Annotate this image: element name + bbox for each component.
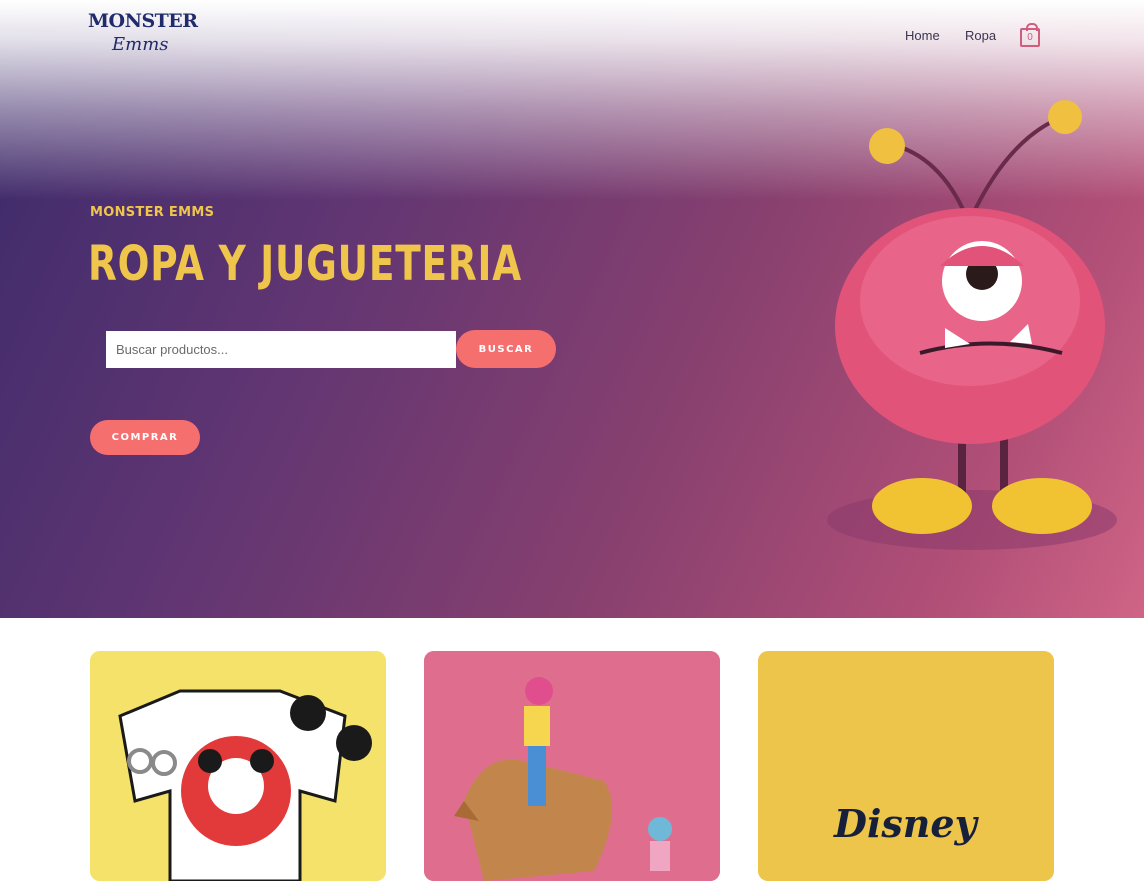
logo-text-bottom: Emms <box>112 34 169 55</box>
nav-home-link[interactable]: Home <box>905 28 940 43</box>
disney-logo: Disney <box>834 801 977 846</box>
site-logo[interactable]: MONSTER Emms <box>88 10 198 62</box>
mickey-outfit-image <box>90 651 386 881</box>
nav-ropa-link[interactable]: Ropa <box>965 28 996 43</box>
card-ropa[interactable] <box>90 651 386 881</box>
comprar-button[interactable]: COMPRAR <box>90 420 200 455</box>
hero-section: MONSTER Emms Home Ropa 0 MONSTER EMMS RO… <box>0 0 1144 618</box>
card-disney[interactable]: Disney <box>758 651 1054 881</box>
search-button[interactable]: BUSCAR <box>456 330 556 368</box>
monster-illustration <box>827 100 1117 550</box>
card-juguetes[interactable] <box>424 651 720 881</box>
search-input[interactable] <box>106 331 456 368</box>
logo-text-top: MONSTER <box>88 10 198 32</box>
hero-eyebrow: MONSTER EMMS <box>90 205 215 220</box>
cart-icon[interactable]: 0 <box>1020 23 1040 47</box>
barbie-horse-image <box>424 651 720 881</box>
site-header: MONSTER Emms Home Ropa 0 <box>0 0 1144 80</box>
hero-headline: ROPA Y JUGUETERIA <box>88 236 522 292</box>
